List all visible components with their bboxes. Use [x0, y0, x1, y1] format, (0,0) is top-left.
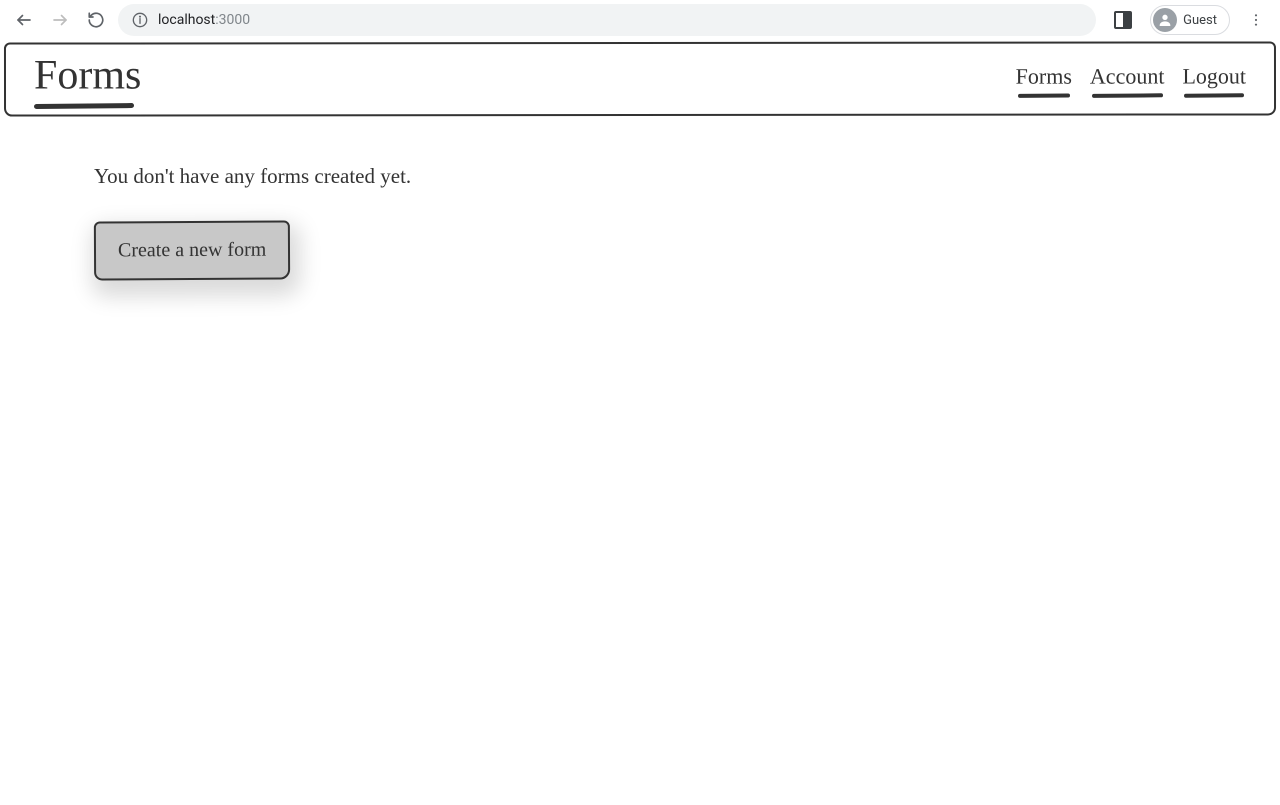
nav-link-account[interactable]: Account: [1090, 64, 1165, 96]
empty-state-message: You don't have any forms created yet.: [94, 164, 1186, 189]
avatar-icon: [1153, 8, 1177, 32]
nav-link-logout[interactable]: Logout: [1182, 64, 1246, 96]
reload-icon: [87, 11, 105, 29]
site-info-icon[interactable]: [132, 12, 148, 28]
nav-links: Forms Account Logout: [1016, 64, 1246, 96]
arrow-left-icon: [15, 11, 33, 29]
main-content: You don't have any forms created yet. Cr…: [4, 116, 1276, 328]
profile-label: Guest: [1183, 13, 1217, 28]
url-host: localhost: [158, 12, 215, 28]
nav-link-forms[interactable]: Forms: [1016, 64, 1072, 96]
profile-button[interactable]: Guest: [1150, 5, 1230, 35]
app-header: Forms Forms Account Logout: [4, 41, 1276, 116]
browser-toolbar: localhost:3000 Guest: [0, 0, 1280, 40]
url-port: :3000: [215, 12, 250, 28]
app-title: Forms: [34, 52, 141, 108]
forward-button[interactable]: [46, 6, 74, 34]
browser-menu-button[interactable]: [1242, 6, 1270, 34]
arrow-right-icon: [51, 11, 69, 29]
address-bar[interactable]: localhost:3000: [118, 4, 1096, 36]
kebab-icon: [1248, 12, 1264, 28]
back-button[interactable]: [10, 6, 38, 34]
reload-button[interactable]: [82, 6, 110, 34]
create-form-button[interactable]: Create a new form: [94, 221, 291, 281]
side-panel-icon[interactable]: [1114, 11, 1132, 29]
url-text: localhost:3000: [158, 12, 250, 28]
